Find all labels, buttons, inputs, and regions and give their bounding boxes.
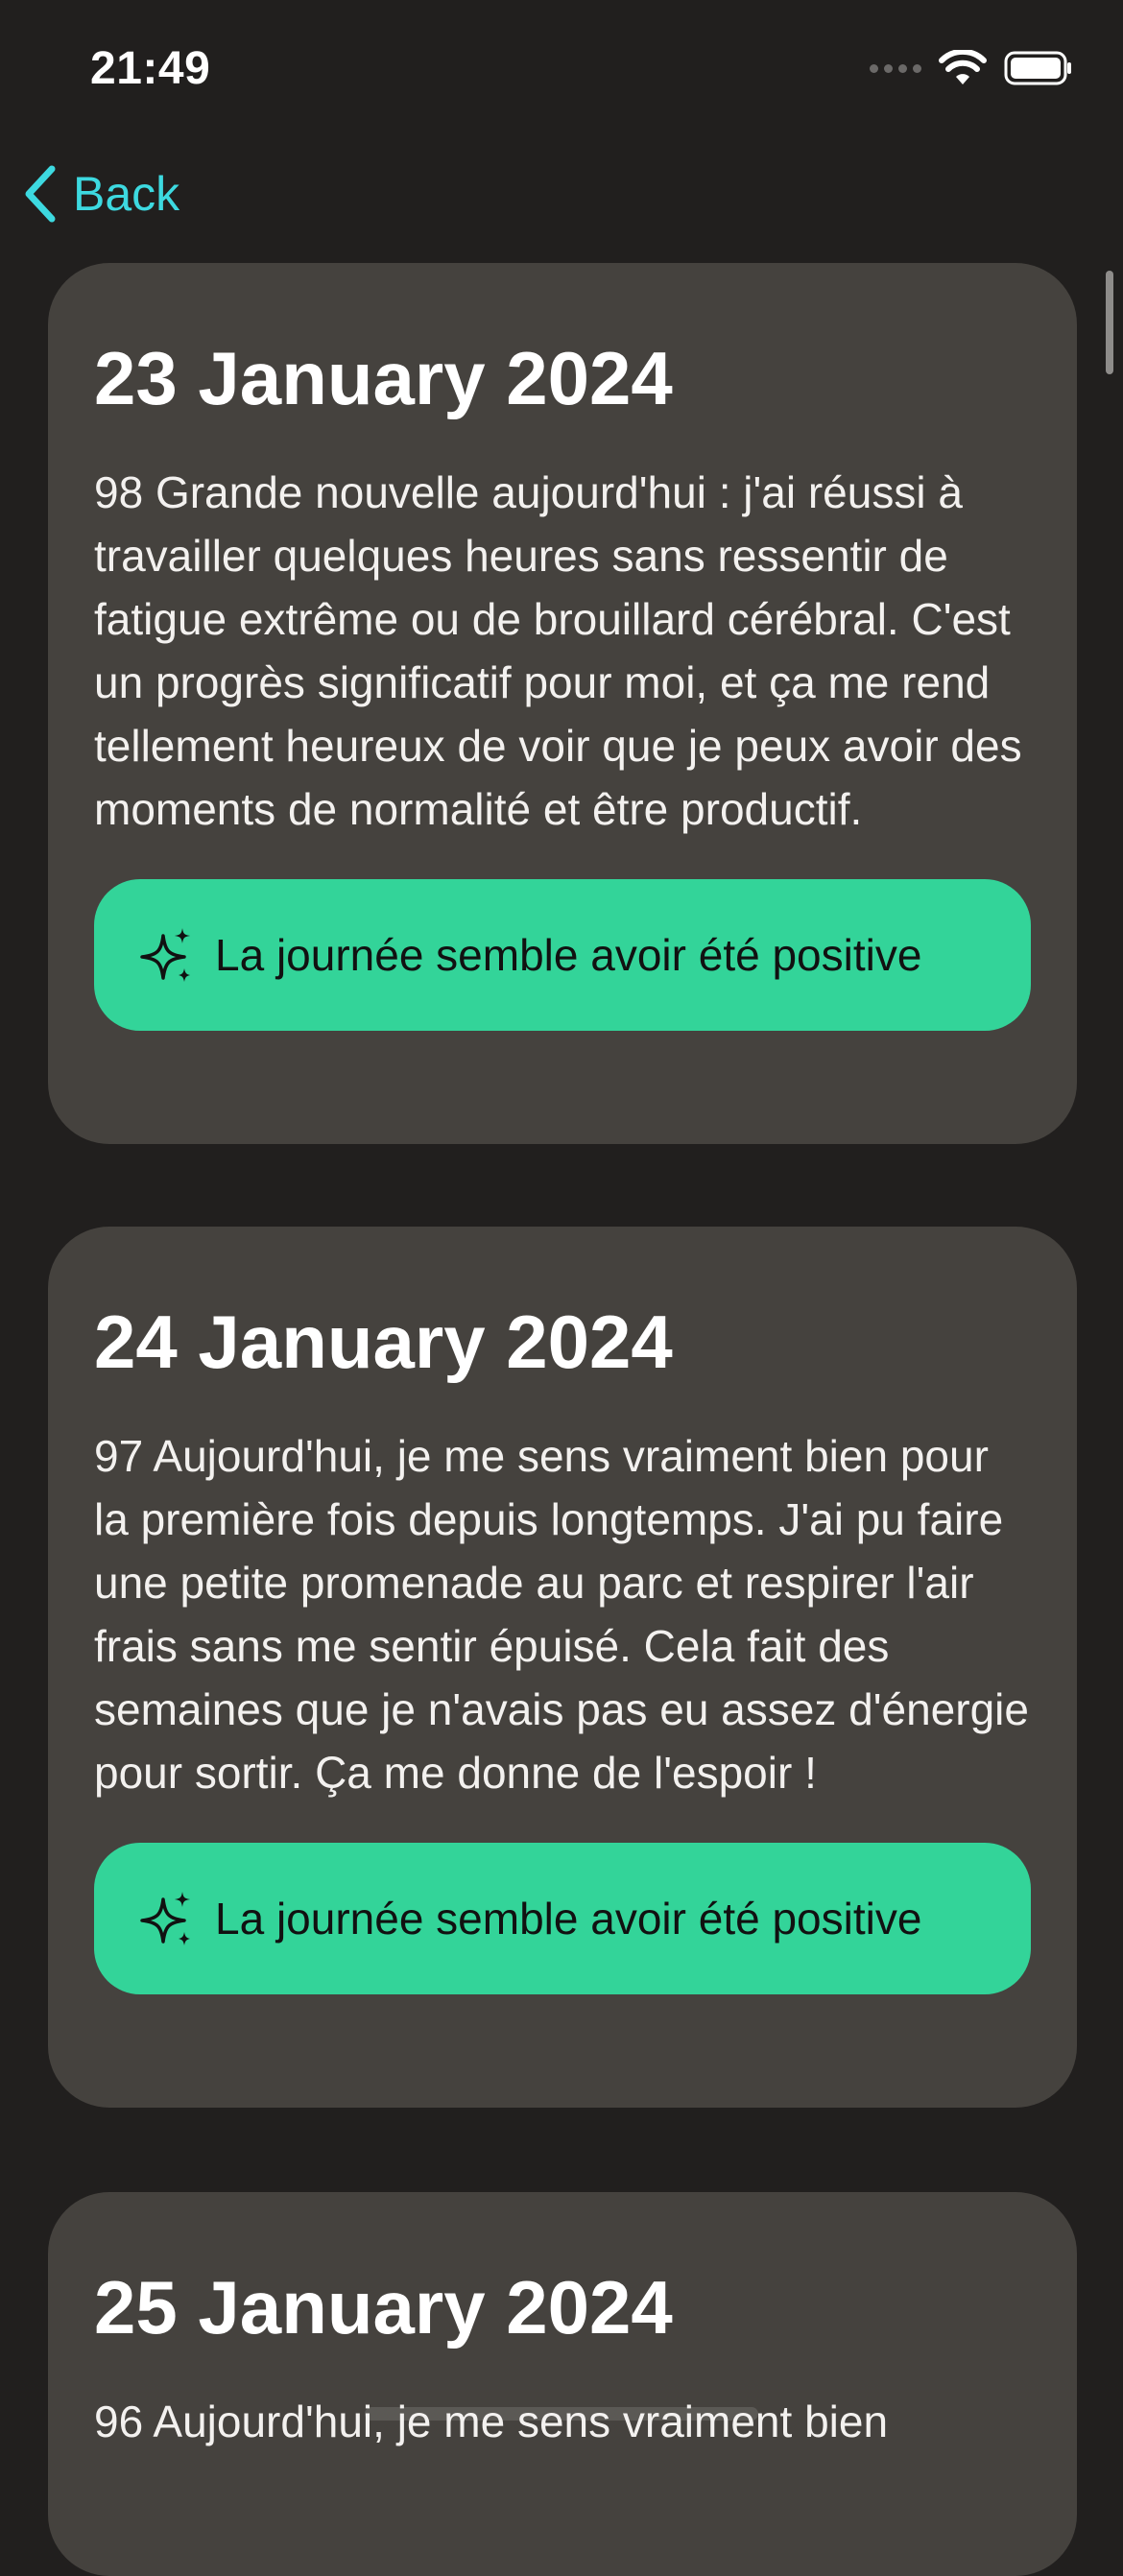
battery-icon (1004, 51, 1071, 85)
entry-text: 98 Grande nouvelle aujourd'hui : j'ai ré… (94, 466, 1022, 834)
journal-entry-card[interactable]: 24 January 2024 97 Aujourd'hui, je me se… (48, 1227, 1077, 2108)
home-indicator[interactable] (365, 2407, 758, 2421)
entry-date: 24 January 2024 (94, 1300, 673, 1384)
status-bar: 21:49 (0, 0, 1123, 134)
status-time: 21:49 (90, 43, 211, 94)
sentiment-badge[interactable]: La journée semble avoir été positive (94, 878, 1031, 1031)
back-label: Back (73, 167, 180, 221)
sparkles-icon (140, 1891, 190, 1945)
chevron-left-icon (25, 165, 56, 223)
status-indicators (870, 50, 1073, 86)
sentiment-label: La journée semble avoir été positive (215, 1893, 922, 1944)
sparkles-icon (140, 927, 190, 982)
back-button[interactable]: Back (23, 165, 179, 223)
cellular-signal-icon (870, 63, 921, 73)
entry-text: 97 Aujourd'hui, je me sens vraiment bien… (94, 1430, 1029, 1798)
wifi-icon (939, 50, 987, 84)
entry-date: 25 January 2024 (94, 2265, 673, 2349)
journal-entry-card[interactable]: 23 January 2024 98 Grande nouvelle aujou… (48, 263, 1077, 1144)
sentiment-label: La journée semble avoir été positive (215, 929, 922, 980)
entry-text: 96 Aujourd'hui, je me sens vraiment bien (94, 2396, 889, 2446)
sentiment-badge[interactable]: La journée semble avoir été positive (94, 1842, 1031, 1994)
scrollbar[interactable] (1106, 271, 1113, 374)
entry-date: 23 January 2024 (94, 336, 673, 420)
journal-entry-card[interactable]: 25 January 2024 96 Aujourd'hui, je me se… (48, 2192, 1077, 2576)
